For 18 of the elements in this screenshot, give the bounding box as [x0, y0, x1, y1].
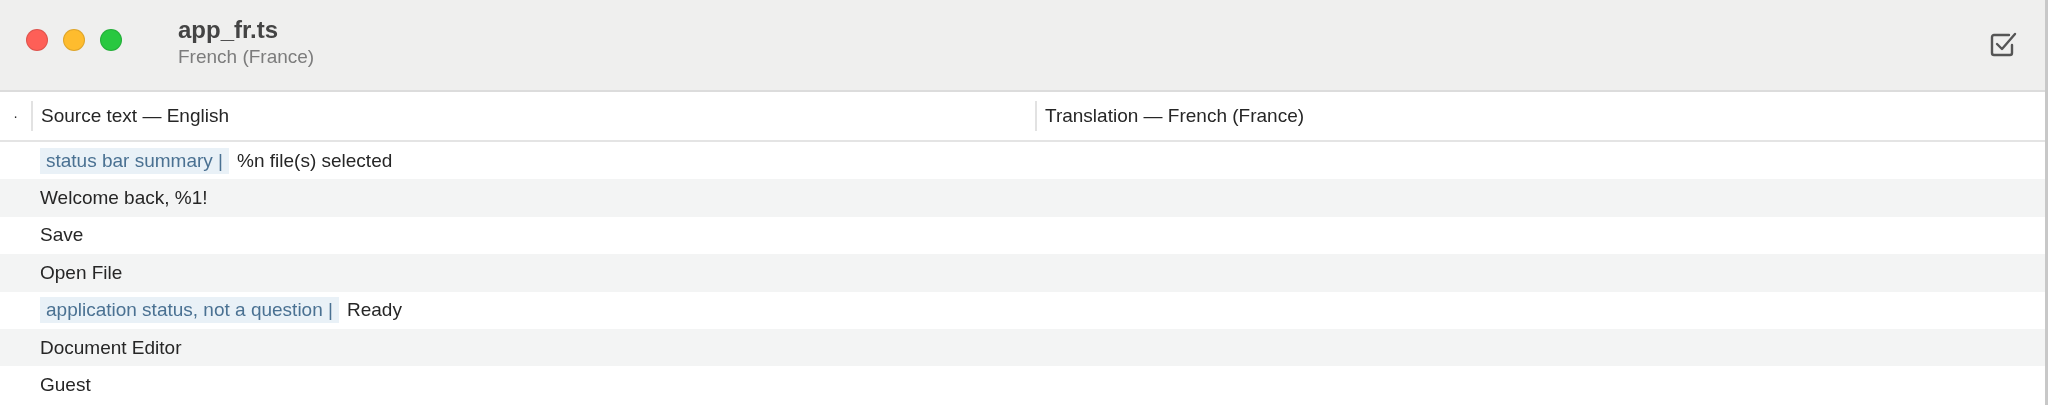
comment-tag: status bar summary |	[40, 147, 230, 174]
window-subtitle: French (France)	[178, 46, 316, 68]
source-text: Save	[40, 224, 84, 247]
source-text: Ready	[346, 299, 402, 322]
source-text: Welcome back, %1!	[40, 187, 208, 210]
marker-column-header: ·	[12, 108, 19, 124]
source-text: Open File	[40, 261, 123, 284]
column-header[interactable]: Translation — French (France)	[1035, 101, 1305, 131]
source-text: %n file(s) selected	[237, 149, 393, 172]
window-title: app_fr.ts	[178, 16, 280, 44]
close-button[interactable]	[26, 29, 48, 51]
zoom-button[interactable]	[100, 29, 122, 51]
source-text: Guest	[40, 374, 91, 397]
comment-tag: application status, not a question |	[40, 297, 339, 324]
minimize-button[interactable]	[63, 29, 85, 51]
source-text: Document Editor	[40, 336, 182, 359]
column-header[interactable]: Source text — English	[31, 101, 1035, 131]
checkbox-icon[interactable]	[1989, 31, 2017, 59]
